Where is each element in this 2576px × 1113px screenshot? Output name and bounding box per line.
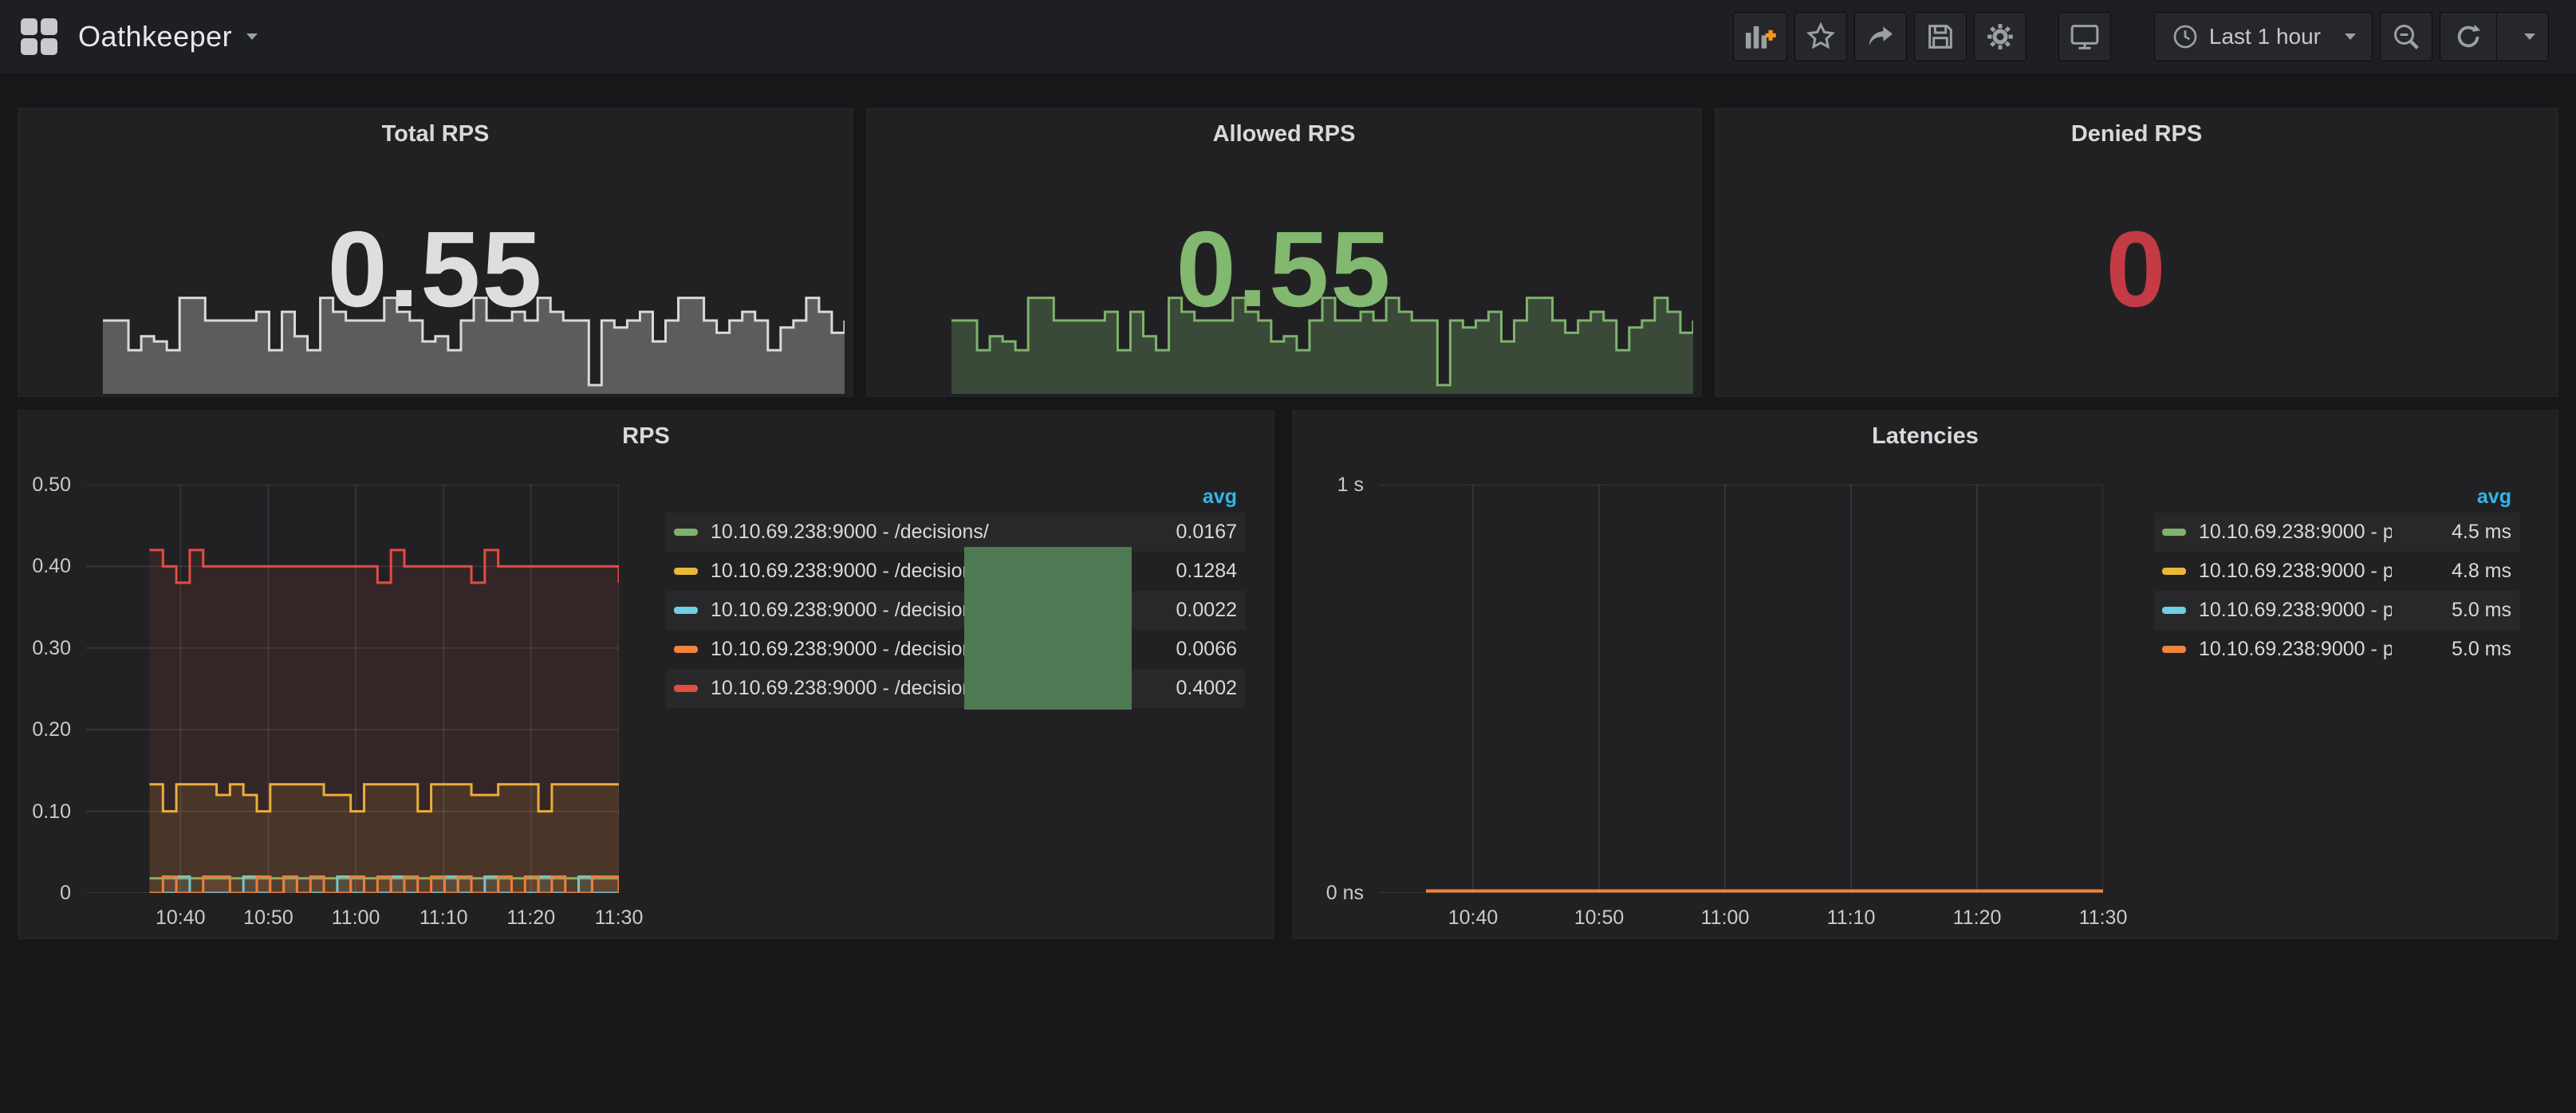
star-button[interactable] <box>1794 12 1847 61</box>
refresh-button[interactable] <box>2440 12 2496 61</box>
add-panel-button[interactable] <box>1733 12 1787 61</box>
tv-icon <box>2069 21 2101 53</box>
settings-button[interactable] <box>1974 12 2027 61</box>
series-avg: 5.0 ms <box>2392 599 2511 622</box>
share-icon <box>1865 21 1897 53</box>
stat-value: 0 <box>1715 215 2558 323</box>
add-panel-icon <box>1742 21 1778 53</box>
star-icon <box>1805 21 1837 53</box>
series-name[interactable]: 10.10.69.238:9000 - p90 <box>2199 521 2392 544</box>
series-swatch[interactable] <box>2162 568 2186 575</box>
refresh-button-group <box>2440 12 2549 61</box>
series-name[interactable]: 10.10.69.238:9000 - p95 <box>2199 560 2392 583</box>
y-axis: 1 s0 ns <box>1293 485 1369 893</box>
legend-row[interactable]: 10.10.69.238:9000 - p95 4.8 ms <box>2154 552 2519 591</box>
apps-grid-icon[interactable] <box>21 18 57 55</box>
series-avg: 4.8 ms <box>2392 560 2511 583</box>
legend-row[interactable]: 10.10.69.238:9000 - /decisions/ 0.4002 <box>666 669 1245 708</box>
series-avg: 4.5 ms <box>2392 521 2511 544</box>
time-range-label: Last 1 hour <box>2209 24 2321 49</box>
series-name[interactable]: 10.10.69.238:9000 - p99 <box>2199 599 2392 622</box>
panel-title[interactable]: RPS <box>18 423 1274 450</box>
panel-allowed-rps: Allowed RPS 0.55 <box>866 108 1702 397</box>
save-button[interactable] <box>1914 12 1967 61</box>
green-overlay <box>964 547 1132 710</box>
series-name[interactable]: 10.10.69.238:9000 - /decisions/ <box>711 521 1117 544</box>
series-swatch[interactable] <box>674 529 698 536</box>
legend-row[interactable]: 10.10.69.238:9000 - p90 4.5 ms <box>2154 513 2519 552</box>
series-swatch[interactable] <box>674 685 698 692</box>
dashboard-title[interactable]: Oathkeeper <box>78 20 232 53</box>
zoom-out-button[interactable] <box>2380 12 2432 61</box>
refresh-icon <box>2453 22 2483 52</box>
save-icon <box>1924 21 1956 53</box>
panel-title[interactable]: Allowed RPS <box>867 121 1701 147</box>
series-name[interactable]: 10.10.69.238:9000 - p100 <box>2199 638 2392 661</box>
panel-denied-rps: Denied RPS 0 <box>1715 108 2558 397</box>
zoom-out-icon <box>2390 21 2422 53</box>
sparkline-chart <box>103 293 845 394</box>
series-swatch[interactable] <box>2162 607 2186 614</box>
legend: avg 10.10.69.238:9000 - p90 4.5 ms 10.10… <box>2154 481 2519 669</box>
series-avg: 0.0066 <box>1117 638 1237 661</box>
y-axis: 0.500.400.300.200.100 <box>18 485 76 893</box>
navbar: Oathkeeper <box>0 0 2576 73</box>
panel-title[interactable]: Total RPS <box>18 121 853 147</box>
clock-icon <box>2171 22 2200 51</box>
chart-area[interactable] <box>1379 485 2103 893</box>
series-swatch[interactable] <box>674 568 698 575</box>
legend: avg 10.10.69.238:9000 - /decisions/ 0.01… <box>666 481 1245 708</box>
time-range-picker[interactable]: Last 1 hour <box>2154 12 2373 61</box>
caret-down-icon <box>2524 33 2535 40</box>
legend-row[interactable]: 10.10.69.238:9000 - /decisions/ 0.0167 <box>666 513 1245 552</box>
panel-latencies-graph: Latencies 1 s0 ns 10:4010:5011:0011:1011… <box>1292 410 2558 939</box>
panel-rps-graph: RPS 0.500.400.300.200.100 10:4010:5011:0… <box>18 410 1274 939</box>
caret-down-icon <box>2345 33 2356 40</box>
refresh-interval-dropdown[interactable] <box>2497 12 2548 61</box>
navbar-actions: Last 1 hour <box>1733 12 2576 61</box>
caret-down-icon <box>246 33 258 40</box>
series-avg: 0.0167 <box>1117 521 1237 544</box>
x-axis: 10:4010:5011:0011:1011:2011:30 <box>86 907 619 938</box>
tv-cycle-button[interactable] <box>2058 12 2111 61</box>
dashboard-title-dropdown[interactable]: Oathkeeper <box>0 18 258 55</box>
panel-total-rps: Total RPS 0.55 <box>18 108 853 397</box>
legend-row[interactable]: 10.10.69.238:9000 - p100 5.0 ms <box>2154 630 2519 669</box>
series-avg: 5.0 ms <box>2392 638 2511 661</box>
legend-avg-header[interactable]: avg <box>666 481 1245 513</box>
gear-icon <box>1984 21 2016 53</box>
legend-row[interactable]: 10.10.69.238:9000 - /decisions/ 0.0066 <box>666 630 1245 669</box>
dashboard-page: Oathkeeper <box>0 0 2576 1113</box>
series-swatch[interactable] <box>674 607 698 614</box>
legend-row[interactable]: 10.10.69.238:9000 - /decisions/ 0.0022 <box>666 591 1245 630</box>
sparkline-chart <box>951 293 1693 394</box>
series-avg: 0.1284 <box>1117 560 1237 583</box>
share-button[interactable] <box>1854 12 1907 61</box>
chart-area[interactable] <box>86 485 619 893</box>
series-swatch[interactable] <box>674 646 698 653</box>
legend-row[interactable]: 10.10.69.238:9000 - /decisions/ 0.1284 <box>666 552 1245 591</box>
legend-row[interactable]: 10.10.69.238:9000 - p99 5.0 ms <box>2154 591 2519 630</box>
series-swatch[interactable] <box>2162 646 2186 653</box>
panel-title[interactable]: Denied RPS <box>1715 121 2558 147</box>
series-avg: 0.0022 <box>1117 599 1237 622</box>
series-swatch[interactable] <box>2162 529 2186 536</box>
x-axis: 10:4010:5011:0011:1011:2011:30 <box>1379 907 2103 938</box>
legend-avg-header[interactable]: avg <box>2154 481 2519 513</box>
panel-title[interactable]: Latencies <box>1293 423 2558 450</box>
series-avg: 0.4002 <box>1117 677 1237 700</box>
